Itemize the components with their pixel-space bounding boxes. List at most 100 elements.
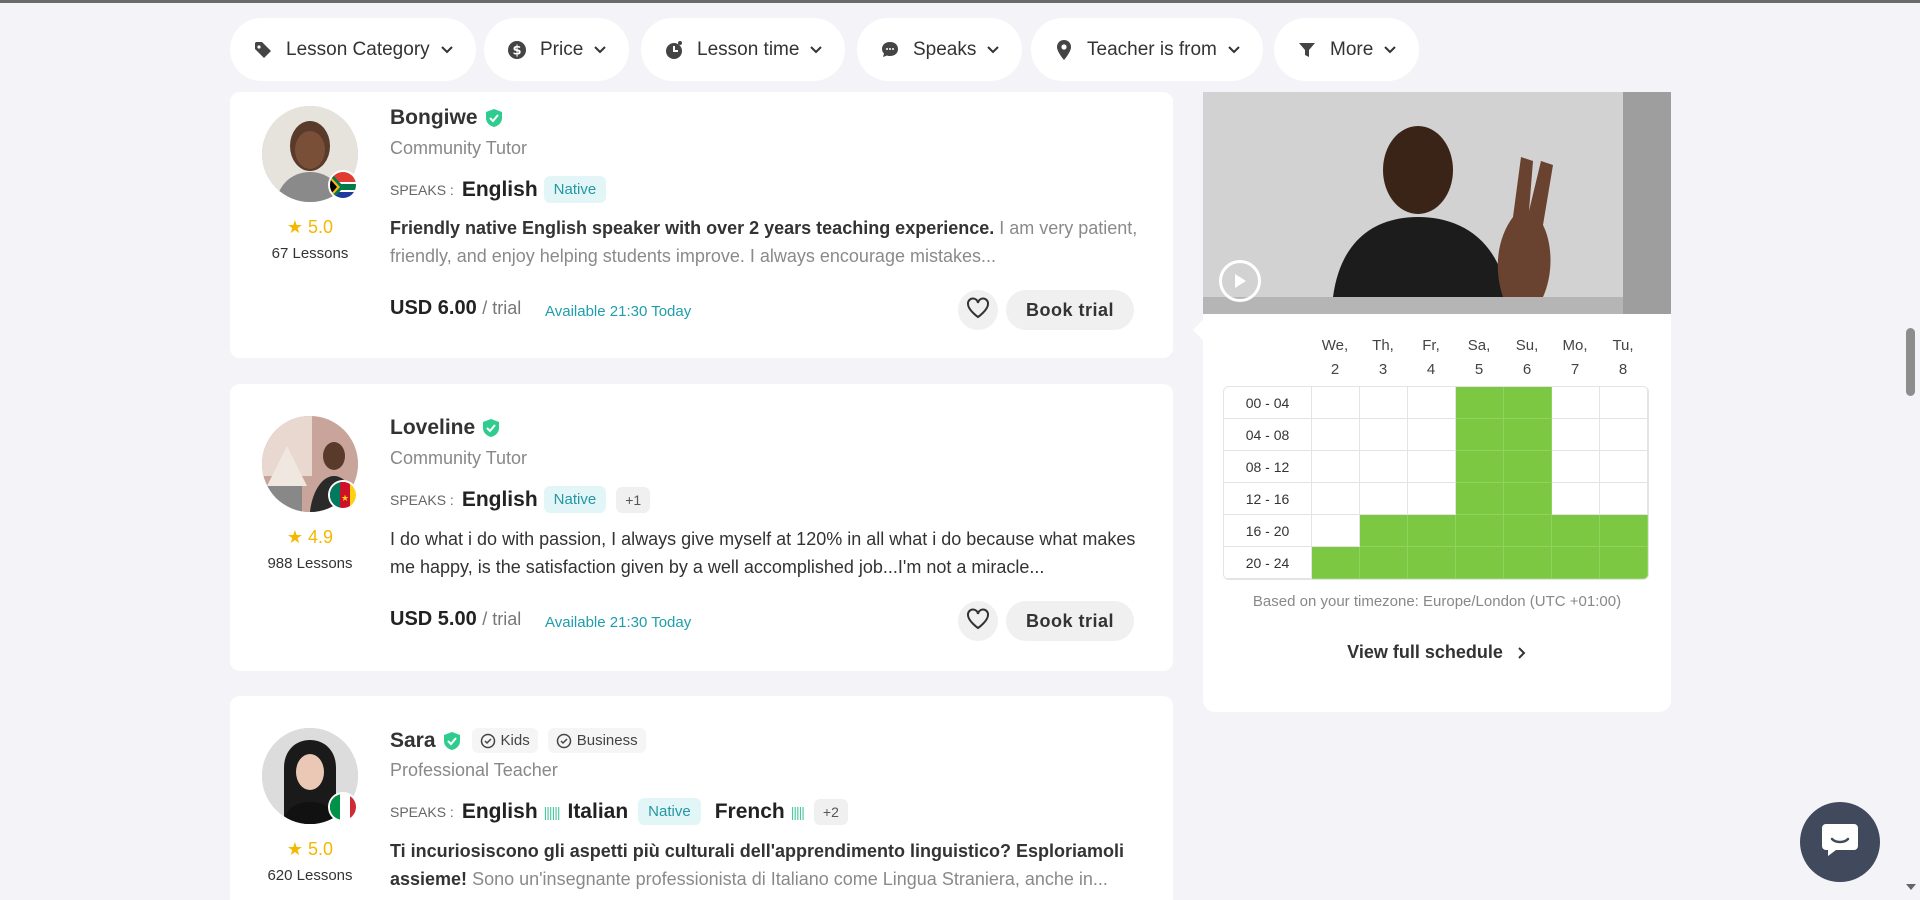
- filter-label: Lesson Category: [286, 38, 430, 60]
- day-name: We,: [1321, 337, 1349, 354]
- filter-lesson-time[interactable]: Lesson time: [641, 18, 846, 81]
- chevron-down-icon: [986, 43, 1000, 57]
- filter-more[interactable]: More: [1274, 18, 1420, 81]
- more-languages-tag[interactable]: +1: [616, 486, 651, 513]
- unavailable-slot: [1312, 451, 1360, 483]
- chevron-down-icon: [809, 43, 823, 57]
- rating-value: 4.9: [308, 527, 334, 547]
- view-full-schedule-link[interactable]: View full schedule: [1203, 642, 1671, 663]
- speaks-row: SPEAKS : English Native +1: [390, 486, 651, 513]
- teacher-title: Community Tutor: [390, 138, 528, 158]
- teacher-title: Professional Teacher: [390, 760, 558, 780]
- filter-label: Teacher is from: [1087, 38, 1217, 60]
- lesson-count: 988 Lessons: [267, 555, 353, 572]
- teacher-name[interactable]: Sara Kids Business: [390, 728, 646, 753]
- business-badge: Business: [547, 728, 646, 753]
- available-slot: [1600, 547, 1648, 579]
- unavailable-slot: [1552, 419, 1600, 451]
- teacher-name-text: Bongiwe: [390, 106, 478, 129]
- rating: ★ 4.9: [286, 527, 334, 547]
- filter-price[interactable]: $ Price: [484, 18, 630, 81]
- time-slot-label: 00 - 04: [1224, 387, 1312, 419]
- schedule-grid: 00 - 04 04 - 08 08 - 12 12 - 16 16 - 20 20 - …: [1223, 386, 1649, 580]
- filter-funnel-icon: [1296, 39, 1318, 61]
- day-name: Fr,: [1422, 337, 1440, 354]
- description-headline: Friendly native English speaker with ove…: [390, 218, 995, 238]
- language: English: [461, 799, 538, 823]
- day-header: Tu, 8: [1599, 334, 1647, 382]
- dollar-icon: $: [506, 39, 528, 61]
- panel-pointer: [1193, 320, 1203, 340]
- language: Italian: [567, 799, 629, 823]
- day-number: 2: [1330, 361, 1340, 378]
- teacher-name[interactable]: Bongiwe: [390, 106, 504, 130]
- day-number: 3: [1378, 361, 1388, 378]
- chevron-down-icon: [440, 43, 454, 57]
- intro-video[interactable]: [1203, 92, 1671, 314]
- available-slot: [1504, 451, 1552, 483]
- unavailable-slot: [1312, 387, 1360, 419]
- unavailable-slot: [1552, 483, 1600, 515]
- proficiency-bars-icon: |||||: [790, 803, 805, 820]
- availability-text: Available 21:30 Today: [545, 303, 692, 320]
- schedule-day-headers: We, 2 Th, 3 Fr, 4 Sa, 5 Su, 6 Mo, 7 Tu, 8: [1311, 334, 1647, 382]
- chat-icon: [1820, 822, 1860, 863]
- native-tag: Native: [638, 798, 701, 825]
- scrollbar-thumb[interactable]: [1906, 328, 1915, 396]
- play-icon[interactable]: [1219, 260, 1261, 302]
- schedule-row: 12 - 16: [1224, 483, 1648, 515]
- available-slot: [1504, 419, 1552, 451]
- svg-text:★: ★: [341, 494, 349, 504]
- price: USD 6.00 / trial: [390, 297, 521, 320]
- cameroon-flag-icon: ★: [328, 480, 358, 510]
- proficiency-bars-icon: ||||||: [543, 803, 561, 820]
- scrollbar-track[interactable]: [1902, 3, 1920, 900]
- teacher-card[interactable]: ★ 5.0 620 Lessons Sara Kids Business Pro…: [230, 696, 1173, 900]
- teacher-card[interactable]: ★ 5.0 67 Lessons Bongiwe Community Tutor…: [230, 92, 1173, 358]
- more-languages-tag[interactable]: +2: [813, 798, 848, 825]
- time-slot-label: 12 - 16: [1224, 483, 1312, 515]
- time-slot-label: 20 - 24: [1224, 547, 1312, 579]
- teacher-name[interactable]: Loveline: [390, 416, 501, 440]
- teacher-description[interactable]: I do what i do with passion, I always gi…: [390, 525, 1150, 581]
- available-slot: [1456, 547, 1504, 579]
- available-slot: [1360, 515, 1408, 547]
- book-trial-button[interactable]: Book trial: [1006, 290, 1135, 330]
- available-slot: [1504, 387, 1552, 419]
- day-header: We, 2: [1311, 334, 1359, 382]
- native-tag: Native: [543, 176, 607, 203]
- favorite-heart-button[interactable]: [958, 601, 998, 641]
- unavailable-slot: [1360, 483, 1408, 515]
- unavailable-slot: [1600, 387, 1648, 419]
- available-slot: [1600, 515, 1648, 547]
- filter-label: Price: [540, 38, 584, 60]
- available-slot: [1456, 419, 1504, 451]
- check-badge-icon: [480, 733, 495, 748]
- unavailable-slot: [1360, 387, 1408, 419]
- teacher-description[interactable]: Friendly native English speaker with ove…: [390, 214, 1150, 270]
- unavailable-slot: [1600, 451, 1648, 483]
- timezone-note: Based on your timezone: Europe/London (U…: [1252, 593, 1622, 610]
- time-slot-label: 16 - 20: [1224, 515, 1312, 547]
- chat-support-button[interactable]: [1800, 802, 1880, 882]
- clock-icon: [663, 39, 685, 61]
- teacher-name-text: Loveline: [390, 416, 476, 439]
- chat-bubble-icon: [879, 39, 901, 61]
- teacher-description[interactable]: Ti incuriosiscono gli aspetti più cultur…: [390, 837, 1150, 893]
- available-slot: [1456, 483, 1504, 515]
- scroll-down-arrow-icon[interactable]: [1906, 884, 1916, 890]
- filter-teacher-from[interactable]: Teacher is from: [1031, 18, 1263, 81]
- favorite-heart-button[interactable]: [958, 290, 998, 330]
- filter-lesson-category[interactable]: Lesson Category: [230, 18, 476, 81]
- availability-text: Available 21:30 Today: [545, 614, 692, 631]
- svg-text:$: $: [512, 43, 521, 58]
- chevron-right-icon: [1517, 646, 1527, 660]
- view-full-schedule-label: View full schedule: [1347, 642, 1503, 662]
- day-header: Fr, 4: [1407, 334, 1455, 382]
- time-slot-label: 08 - 12: [1224, 451, 1312, 483]
- book-trial-button[interactable]: Book trial: [1006, 601, 1135, 641]
- teacher-card[interactable]: ★ ★ 4.9 988 Lessons Loveline Community T…: [230, 384, 1173, 671]
- lesson-count: 67 Lessons: [271, 245, 349, 262]
- filter-speaks[interactable]: Speaks: [857, 18, 1023, 81]
- south-africa-flag-icon: [328, 170, 358, 200]
